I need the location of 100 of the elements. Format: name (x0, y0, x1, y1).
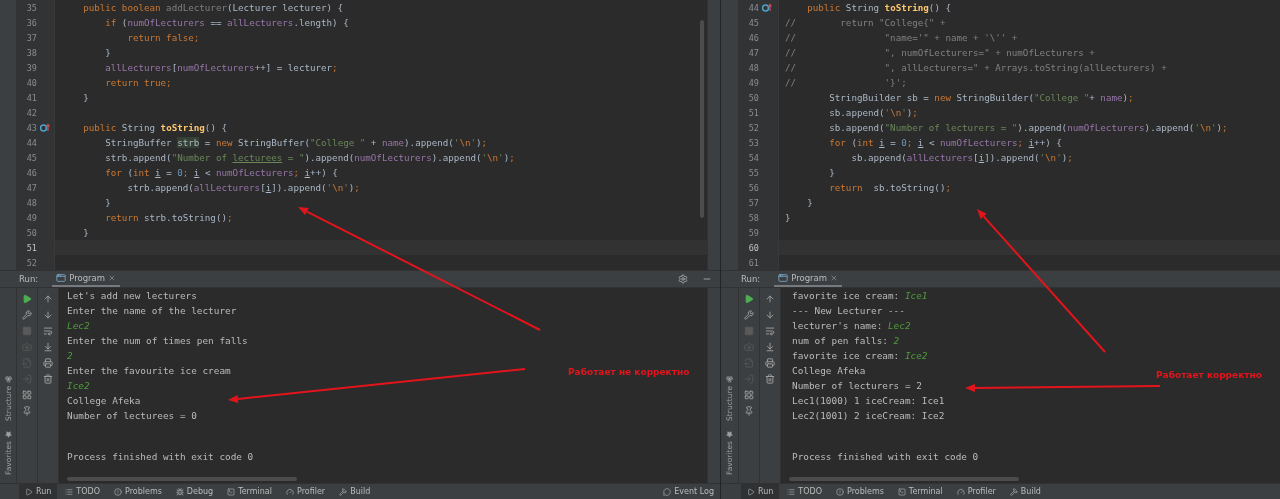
code-line: public String toString() { (806, 1, 951, 15)
wrench-icon[interactable] (744, 310, 754, 320)
trash-icon[interactable] (43, 374, 53, 384)
console-line: --- New Lecturer --- (792, 304, 905, 318)
line-number: 41 (25, 92, 37, 103)
list-icon (65, 487, 74, 496)
scrollbar[interactable] (789, 477, 1019, 481)
code-line: strb.append(allLecturers[i]).append('\n'); (126, 181, 360, 195)
run-icon[interactable] (22, 294, 32, 304)
code-line: StringBuilder sb = new StringBuilder("College "+ name); (828, 91, 1134, 105)
scrollbar[interactable] (67, 477, 297, 481)
tool-window-button[interactable]: Profiler (950, 484, 1002, 499)
console-line: Number of lecturers = 2 (792, 379, 922, 393)
scrollbar[interactable] (700, 20, 704, 218)
wrap-icon[interactable] (765, 326, 775, 336)
star-icon (726, 431, 733, 439)
code-line: } (104, 196, 111, 210)
console-line: Process finished with exit code 0 (792, 450, 979, 464)
console-line: Number of lecturees = 0 (67, 409, 197, 423)
code-line: public boolean addLecturer(Lecturer lecturer) { (82, 1, 344, 15)
tool-window-button[interactable]: Run (741, 484, 780, 499)
tool-window-button[interactable]: Build (333, 484, 377, 499)
line-number: 51 (25, 242, 37, 253)
tool-window-button[interactable]: Profiler (280, 484, 332, 499)
gauge-icon (956, 487, 965, 496)
hammer-icon (1009, 487, 1018, 496)
console-line: Enter the favourite ice cream (67, 364, 231, 378)
line-number: 43 (25, 122, 37, 133)
console-line: lecturer's name: Lec2 (792, 319, 911, 333)
line-number: 57 (747, 197, 759, 208)
console-line: Enter the name of the lecturer (67, 304, 237, 318)
layout-icon[interactable] (744, 390, 754, 400)
terminal-icon (897, 487, 906, 496)
console-line: Lec1(1000) 1 iceCream: Ice1 (792, 394, 945, 408)
tool-window-button[interactable]: TODO (781, 484, 828, 499)
wrench-icon[interactable] (22, 310, 32, 320)
close-icon[interactable] (108, 274, 117, 282)
scroll-to-end-icon[interactable] (43, 342, 53, 352)
up-arrow-icon[interactable] (765, 294, 775, 304)
tool-window-button[interactable]: Terminal (221, 484, 278, 499)
line-number: 36 (25, 17, 37, 28)
tool-window-button[interactable]: Event Log (657, 484, 720, 499)
console-line: Lec2(1001) 2 iceCream: Ice2 (792, 409, 945, 423)
line-number: 52 (747, 122, 759, 133)
trash-icon[interactable] (765, 374, 775, 384)
print-icon[interactable] (765, 358, 775, 368)
annotation-text: Работает не корректно (568, 367, 690, 377)
line-number: 49 (747, 77, 759, 88)
tool-window-button[interactable]: TODO (59, 484, 106, 499)
run-label: Run: (741, 274, 761, 284)
line-number: 55 (747, 167, 759, 178)
speech-bubble-icon (663, 487, 672, 496)
code-line: // ", allLecturers=" + Arrays.toString(allLecturers) + (785, 61, 1167, 75)
line-number: 50 (747, 92, 759, 103)
line-number: 49 (25, 212, 37, 223)
tool-window-button[interactable]: Debug (169, 484, 220, 499)
console-line: Lec2 (67, 319, 90, 333)
code-line: // "name='" + name + '\'' + (785, 31, 1018, 45)
tool-window-button[interactable]: Terminal (891, 484, 949, 499)
line-number: 44 (747, 2, 759, 13)
code-line: return false; (126, 31, 200, 45)
override-icon[interactable] (762, 3, 772, 12)
scroll-to-end-icon[interactable] (765, 342, 775, 352)
line-number: 58 (747, 212, 759, 223)
code-line: return sb.toString(); (828, 181, 951, 195)
settings-icon[interactable] (678, 274, 688, 284)
line-number: 50 (25, 227, 37, 238)
override-icon[interactable] (40, 123, 50, 132)
print-icon[interactable] (43, 358, 53, 368)
tool-window-button[interactable]: Problems (108, 484, 168, 499)
wrap-icon[interactable] (43, 326, 53, 336)
window-icon (778, 273, 789, 283)
code-line: // ", numOfLecturers=" + numOfLecturers + (785, 46, 1095, 60)
tool-window-button[interactable]: Run (19, 484, 58, 499)
blocks-icon (4, 376, 12, 384)
line-number: 47 (747, 47, 759, 58)
tool-window-button[interactable]: Problems (830, 484, 890, 499)
line-number: 47 (25, 182, 37, 193)
alert-icon (114, 487, 122, 496)
code-line: } (82, 226, 89, 240)
pin-icon[interactable] (22, 406, 32, 416)
line-number: 48 (747, 62, 759, 73)
down-arrow-icon[interactable] (765, 310, 775, 320)
down-arrow-icon[interactable] (43, 310, 53, 320)
line-number: 52 (25, 257, 37, 268)
line-number: 54 (747, 152, 759, 163)
line-number: 35 (25, 2, 37, 13)
layout-icon[interactable] (22, 390, 32, 400)
line-number: 42 (25, 107, 37, 118)
hammer-icon (339, 487, 348, 496)
run-icon[interactable] (744, 294, 754, 304)
console-line: Let's add new lecturers (67, 289, 197, 303)
tool-window-button[interactable]: Build (1003, 484, 1047, 499)
blocks-icon (726, 376, 733, 384)
line-number: 37 (25, 32, 37, 43)
line-number: 61 (747, 257, 759, 268)
up-arrow-icon[interactable] (43, 294, 53, 304)
close-icon[interactable] (830, 274, 839, 282)
pin-icon[interactable] (744, 406, 754, 416)
console-line: favorite ice cream: Ice1 (792, 289, 928, 303)
